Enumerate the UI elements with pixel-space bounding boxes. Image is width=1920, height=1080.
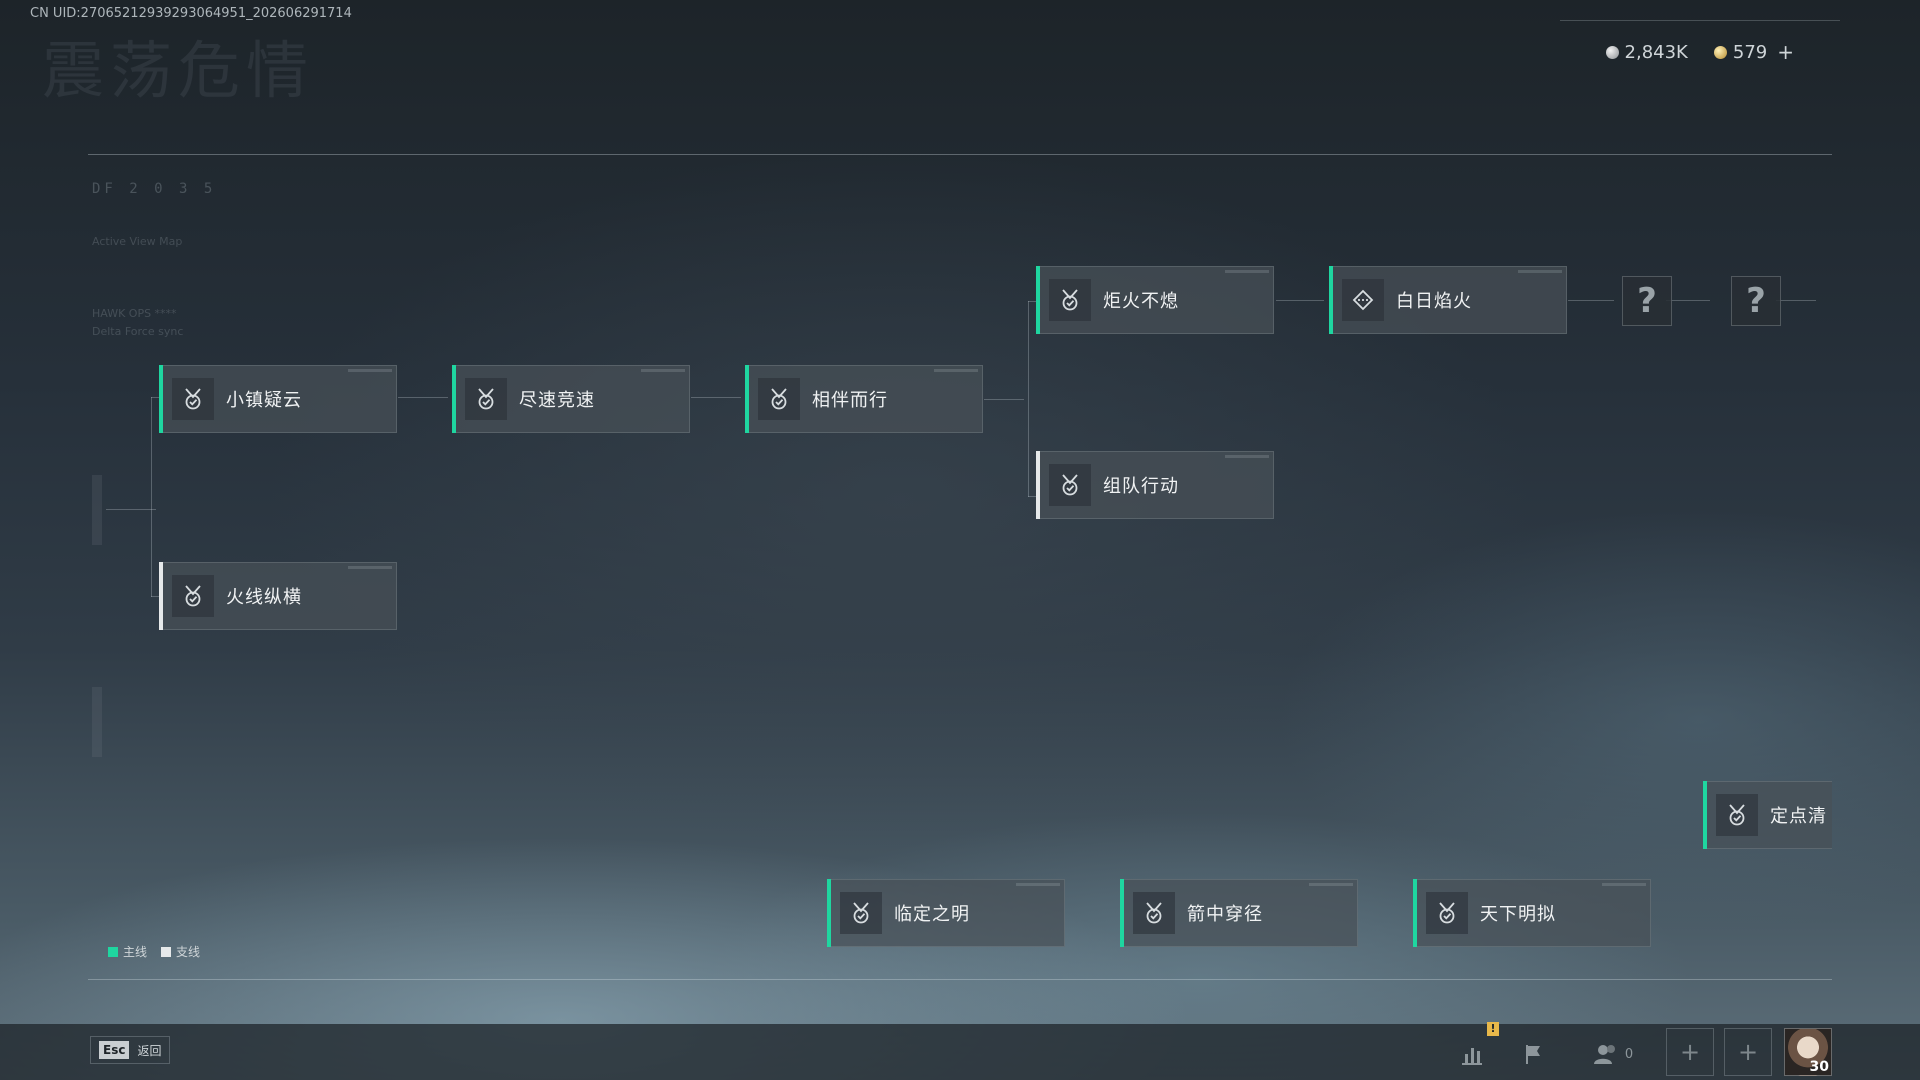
connector-line [691,397,741,398]
legend-main: 主线 [108,943,147,960]
medal-check-icon [172,378,214,420]
player-level: 30 [1809,1059,1829,1075]
esc-key-icon: Esc [99,1041,130,1059]
currency-bar: 2,843K 579 + [1605,40,1794,64]
connector-line [1276,300,1324,301]
connector-line [398,397,448,398]
friends-count: 0 [1624,1046,1634,1062]
medal-check-icon [758,378,800,420]
medal-check-icon [1049,464,1091,506]
side-scroll-decor [92,475,102,545]
medal-check-icon [465,378,507,420]
currency-gold: 579 + [1713,40,1794,64]
gold-coin-icon [1713,45,1727,59]
connector-line [151,397,159,398]
mission-node-m5[interactable]: 白日焰火 [1329,266,1567,334]
mission-label: 箭中穿径 [1187,904,1263,925]
silver-amount: 2,843K [1624,41,1688,63]
medal-check-icon [172,575,214,617]
mission-node-m1[interactable]: 小镇疑云 [159,365,397,433]
medal-check-icon [840,892,882,934]
diamond-target-icon [1342,279,1384,321]
mission-label: 临定之明 [894,904,970,925]
deco-text-3: Delta Force sync [92,325,184,338]
mission-node-m2[interactable]: 尽速竞速 [452,365,690,433]
side-scroll-decor [92,687,102,757]
deco-code: DF 2 0 3 5 [92,181,217,197]
mission-label: 组队行动 [1103,476,1179,497]
currency-silver: 2,843K [1605,41,1688,63]
locked-mission-unknown[interactable]: ? [1731,276,1781,326]
gold-amount: 579 [1732,41,1768,63]
mission-map-panel: DF 2 0 3 5 Active View Map HAWK OPS ****… [88,154,1832,980]
mission-label: 白日焰火 [1396,291,1472,312]
background-title: 震荡危情 [42,34,315,107]
legend: 主线 支线 [108,943,200,960]
flag-icon[interactable] [1518,1036,1550,1072]
connector-line [106,509,156,510]
connector-line [1028,301,1036,302]
legend-side: 支线 [161,943,200,960]
mission-node-m9[interactable]: 临定之明 [827,879,1065,947]
connector-line [151,397,152,597]
alert-badge: ! [1487,1022,1499,1036]
add-currency-button[interactable]: + [1777,40,1794,64]
uid-text: CN UID:2706521293929306495​1_20260629171… [30,6,352,21]
mission-label: 相伴而行 [812,390,888,411]
stats-icon[interactable] [1456,1036,1488,1072]
connector-line [151,596,159,597]
medal-check-icon [1133,892,1175,934]
mission-node-m3[interactable]: 相伴而行 [745,365,983,433]
connector-line [1568,300,1614,301]
back-label: 返回 [137,1043,162,1058]
mission-label: 定点清 [1770,806,1827,827]
mission-label: 炬火不熄 [1103,291,1179,312]
locked-mission-unknown[interactable]: ? [1622,276,1672,326]
mission-node-m7[interactable]: 火线纵横 [159,562,397,630]
team-slot-empty[interactable]: + [1666,1028,1714,1076]
mission-node-m11[interactable]: 天下明拟 [1413,879,1651,947]
top-divider [1560,20,1840,21]
friends-button[interactable]: 0 [1590,1036,1636,1072]
back-button[interactable]: Esc 返回 [90,1036,171,1064]
team-slot-empty[interactable]: + [1724,1028,1772,1076]
friends-icon [1593,1045,1615,1064]
mission-label: 尽速竞速 [519,390,595,411]
deco-text-2: HAWK OPS **** [92,307,177,320]
medal-check-icon [1716,794,1758,836]
connector-line [1666,300,1710,301]
mission-label: 小镇疑云 [226,390,302,411]
mission-node-m4[interactable]: 炬火不熄 [1036,266,1274,334]
connector-line [1028,301,1029,497]
mission-label: 火线纵横 [226,587,302,608]
medal-check-icon [1049,279,1091,321]
mission-label: 天下明拟 [1480,904,1556,925]
mission-node-m6[interactable]: 组队行动 [1036,451,1274,519]
medal-check-icon [1426,892,1468,934]
connector-line [1776,300,1816,301]
connector-line [1028,496,1036,497]
silver-coin-icon [1605,45,1619,59]
mission-node-m8[interactable]: 定点清 [1703,781,1832,849]
mission-node-m10[interactable]: 箭中穿径 [1120,879,1358,947]
player-avatar[interactable]: 30 [1784,1028,1832,1076]
deco-text-1: Active View Map [92,235,183,248]
connector-line [984,399,1024,400]
